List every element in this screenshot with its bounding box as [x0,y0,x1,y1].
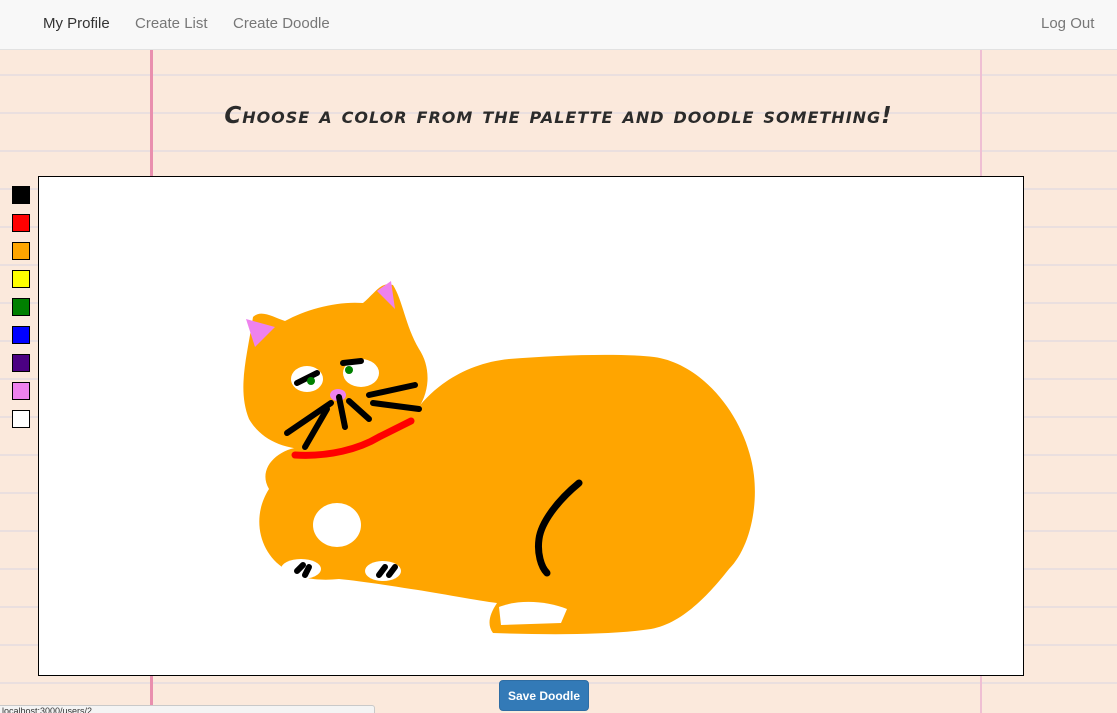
swatch-indigo[interactable] [12,354,30,372]
swatch-orange[interactable] [12,242,30,260]
swatch-violet[interactable] [12,382,30,400]
page-heading: Choose a color from the palette and dood… [224,103,893,130]
swatch-black[interactable] [12,186,30,204]
doodle-canvas[interactable] [38,176,1024,676]
cat-eye-right [345,366,353,374]
nav-create-list[interactable]: Create List [135,15,208,32]
cat-chest-patch [313,503,361,547]
swatch-red[interactable] [12,214,30,232]
cat-eye-left [307,377,315,385]
nav-create-doodle[interactable]: Create Doodle [233,15,330,32]
nav-my-profile[interactable]: My Profile [43,15,110,32]
cat-doodle [243,281,755,635]
navbar: My Profile Create List Create Doodle Log… [0,0,1117,50]
nav-log-out[interactable]: Log Out [1041,15,1094,32]
swatch-white[interactable] [12,410,30,428]
cat-brow-right [340,358,364,366]
save-doodle-button[interactable]: Save Doodle [499,680,589,711]
swatch-green[interactable] [12,298,30,316]
browser-status-bar: localhost:3000/users/2 [0,705,375,713]
swatch-blue[interactable] [12,326,30,344]
swatch-yellow[interactable] [12,270,30,288]
